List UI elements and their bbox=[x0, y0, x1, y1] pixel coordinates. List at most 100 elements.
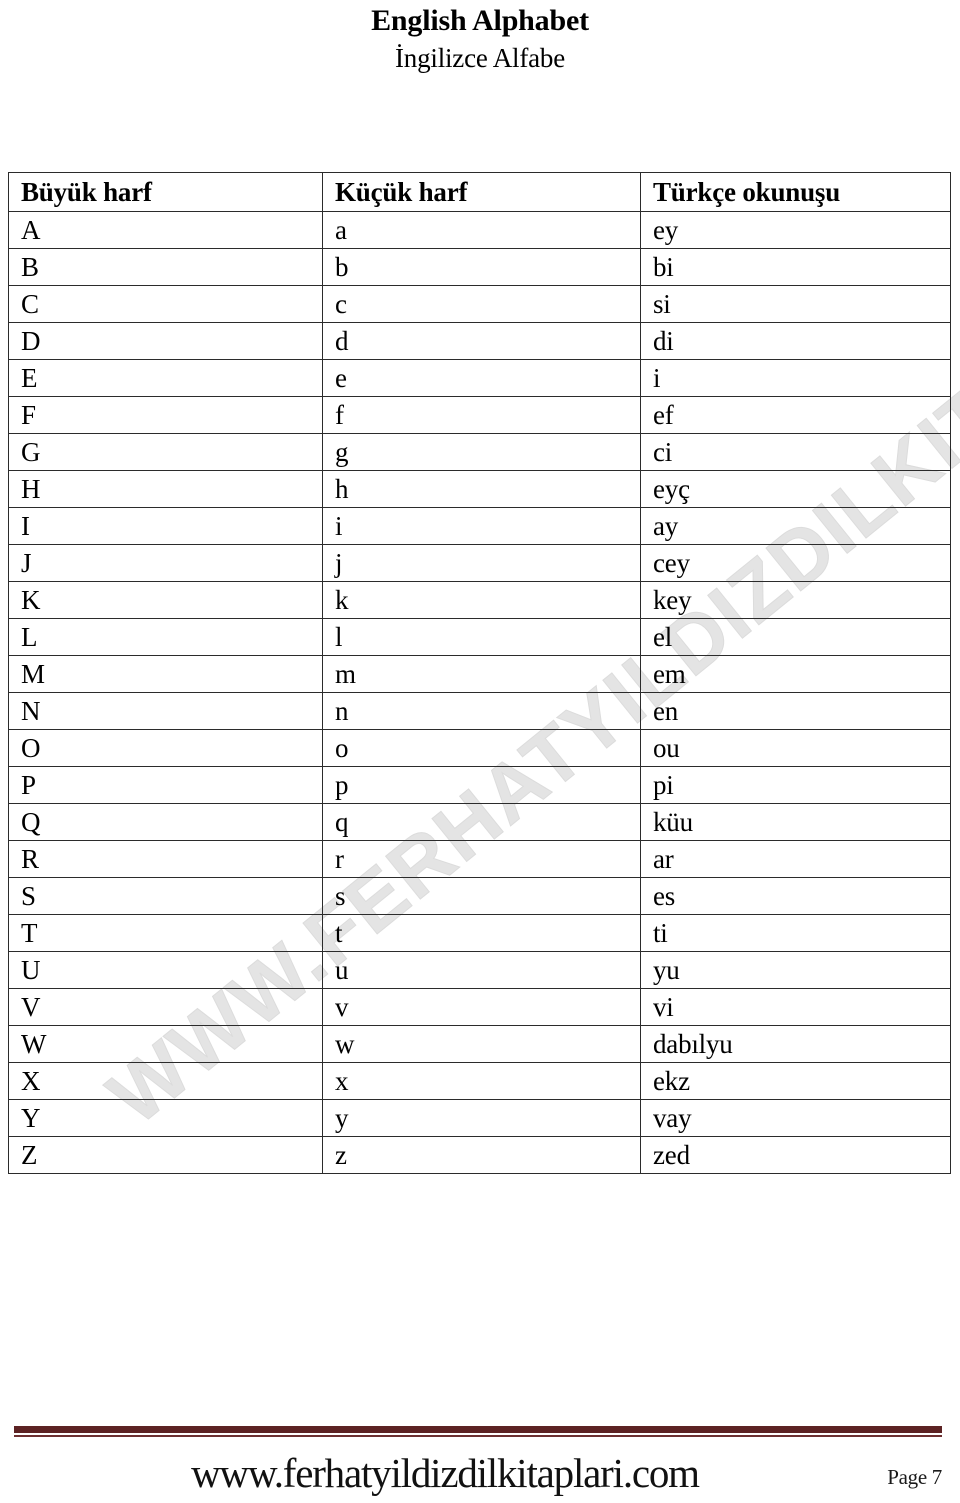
table-row: Kk key bbox=[8, 581, 951, 619]
cell-reading: ef bbox=[640, 396, 951, 434]
cell-uppercase: A bbox=[8, 211, 323, 249]
cell-lowercase: f bbox=[322, 396, 641, 434]
cell-reading: pi bbox=[640, 766, 951, 804]
table-row: Bb bi bbox=[8, 248, 951, 286]
cell-uppercase: C bbox=[8, 285, 323, 323]
cell-lowercase: s bbox=[322, 877, 641, 915]
page-subtitle: İngilizce Alfabe bbox=[395, 43, 565, 73]
cell-lowercase: x bbox=[322, 1062, 641, 1100]
column-header-lowercase: Küçük harf bbox=[322, 172, 641, 212]
cell-lowercase: h bbox=[322, 470, 641, 508]
table-row: Dd di bbox=[8, 322, 951, 360]
title-block: English Alphabet İngilizce Alfabe bbox=[0, 0, 960, 76]
cell-reading: es bbox=[640, 877, 951, 915]
cell-uppercase: Y bbox=[8, 1099, 323, 1137]
cell-lowercase: z bbox=[322, 1136, 641, 1174]
cell-reading: bi bbox=[640, 248, 951, 286]
cell-lowercase: l bbox=[322, 618, 641, 656]
cell-lowercase: o bbox=[322, 729, 641, 767]
cell-reading: eyç bbox=[640, 470, 951, 508]
cell-reading: en bbox=[640, 692, 951, 730]
alphabet-table-body: Aa ey Bb bi Cc si Dd di Eei Ff ef Gg ci Hh eyç … bbox=[8, 211, 951, 1174]
footer-website-url[interactable]: www.ferhatyildizdilkitaplari.com bbox=[0, 1448, 890, 1498]
cell-lowercase: m bbox=[322, 655, 641, 693]
cell-lowercase: u bbox=[322, 951, 641, 989]
cell-reading: ci bbox=[640, 433, 951, 471]
cell-reading: di bbox=[640, 322, 951, 360]
footer-divider-thick-bar bbox=[14, 1426, 942, 1433]
alphabet-table: Büyük harf Küçük harf Türkçe okunuşu Aae… bbox=[8, 172, 951, 1174]
footer-content: www.ferhatyildizdilkitaplari.com Page 7 bbox=[0, 1448, 960, 1498]
cell-lowercase: e bbox=[322, 359, 641, 397]
cell-uppercase: Q bbox=[8, 803, 323, 841]
cell-uppercase: F bbox=[8, 396, 323, 434]
table-row: Uu yu bbox=[8, 951, 951, 989]
table-row: Ww dabılyu bbox=[8, 1025, 951, 1063]
cell-lowercase: c bbox=[322, 285, 641, 323]
cell-reading: vay bbox=[640, 1099, 951, 1137]
table-row: Eei bbox=[8, 359, 951, 397]
cell-uppercase: K bbox=[8, 581, 323, 619]
table-row: Oo ou bbox=[8, 729, 951, 767]
cell-lowercase: r bbox=[322, 840, 641, 878]
cell-reading: em bbox=[640, 655, 951, 693]
table-row: Qq küu bbox=[8, 803, 951, 841]
table-row: Xx ekz bbox=[8, 1062, 951, 1100]
cell-lowercase: t bbox=[322, 914, 641, 952]
cell-reading: ey bbox=[640, 211, 951, 249]
cell-lowercase: v bbox=[322, 988, 641, 1026]
table-row: Aa ey bbox=[8, 211, 951, 249]
cell-uppercase: S bbox=[8, 877, 323, 915]
cell-uppercase: U bbox=[8, 951, 323, 989]
cell-uppercase: I bbox=[8, 507, 323, 545]
cell-uppercase: B bbox=[8, 248, 323, 286]
cell-reading: cey bbox=[640, 544, 951, 582]
table-row: Cc si bbox=[8, 285, 951, 323]
cell-uppercase: T bbox=[8, 914, 323, 952]
cell-reading: dabılyu bbox=[640, 1025, 951, 1063]
table-row: Ii ay bbox=[8, 507, 951, 545]
cell-uppercase: M bbox=[8, 655, 323, 693]
cell-lowercase: i bbox=[322, 507, 641, 545]
table-row: Rr ar bbox=[8, 840, 951, 878]
table-row: Jj cey bbox=[8, 544, 951, 582]
cell-uppercase: Z bbox=[8, 1136, 323, 1174]
cell-uppercase: H bbox=[8, 470, 323, 508]
table-row: Hh eyç bbox=[8, 470, 951, 508]
cell-uppercase: N bbox=[8, 692, 323, 730]
cell-uppercase: X bbox=[8, 1062, 323, 1100]
table-row: Vv vi bbox=[8, 988, 951, 1026]
cell-lowercase: g bbox=[322, 433, 641, 471]
cell-reading: ou bbox=[640, 729, 951, 767]
table-row: Ff ef bbox=[8, 396, 951, 434]
cell-uppercase: G bbox=[8, 433, 323, 471]
table-row: Mm em bbox=[8, 655, 951, 693]
cell-lowercase: p bbox=[322, 766, 641, 804]
table-row: Pp pi bbox=[8, 766, 951, 804]
cell-lowercase: n bbox=[322, 692, 641, 730]
cell-uppercase: L bbox=[8, 618, 323, 656]
cell-lowercase: d bbox=[322, 322, 641, 360]
cell-uppercase: V bbox=[8, 988, 323, 1026]
cell-lowercase: k bbox=[322, 581, 641, 619]
cell-reading: key bbox=[640, 581, 951, 619]
table-row: Ss es bbox=[8, 877, 951, 915]
cell-uppercase: J bbox=[8, 544, 323, 582]
table-row: Ll el bbox=[8, 618, 951, 656]
table-header-row: Büyük harf Küçük harf Türkçe okunuşu bbox=[8, 172, 951, 212]
cell-reading: vi bbox=[640, 988, 951, 1026]
cell-reading: el bbox=[640, 618, 951, 656]
cell-uppercase: R bbox=[8, 840, 323, 878]
cell-reading: ay bbox=[640, 507, 951, 545]
cell-uppercase: E bbox=[8, 359, 323, 397]
cell-uppercase: W bbox=[8, 1025, 323, 1063]
table-row: Zz zed bbox=[8, 1136, 951, 1174]
column-header-reading: Türkçe okunuşu bbox=[640, 172, 951, 212]
alphabet-table-container: Büyük harf Küçük harf Türkçe okunuşu Aae… bbox=[8, 172, 951, 1174]
cell-reading: ekz bbox=[640, 1062, 951, 1100]
cell-lowercase: q bbox=[322, 803, 641, 841]
cell-reading: si bbox=[640, 285, 951, 323]
table-row: Gg ci bbox=[8, 433, 951, 471]
cell-reading: zed bbox=[640, 1136, 951, 1174]
footer-divider-thin-bar bbox=[14, 1435, 942, 1437]
